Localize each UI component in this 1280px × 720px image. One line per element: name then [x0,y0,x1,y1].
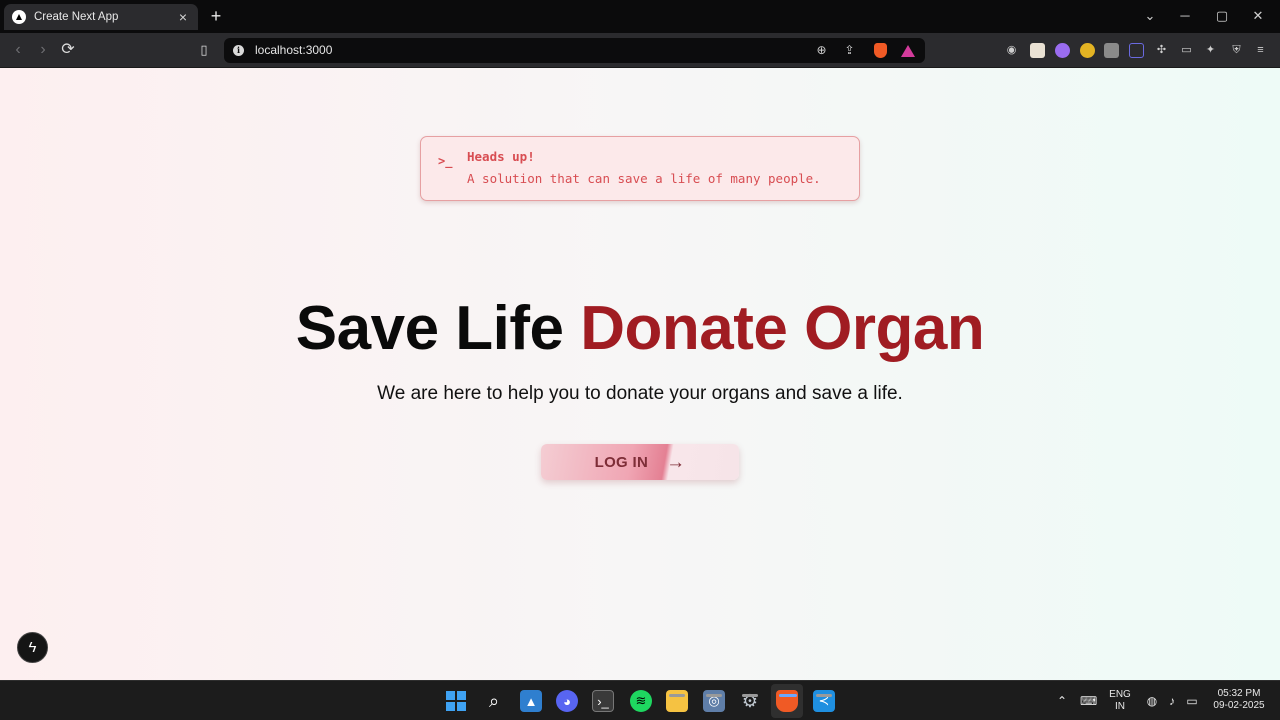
url-text[interactable]: localhost:3000 [255,43,332,57]
address-bar[interactable]: i localhost:3000 ⊕ ⇪ [224,38,925,63]
minimize-button[interactable]: ─ [1176,7,1194,25]
photos-icon[interactable]: ▲ [520,690,542,712]
explorer-running-indicator [669,694,685,697]
bulb-extension-icon[interactable]: ◉ [1004,43,1019,58]
language-region: IN [1115,701,1125,712]
alert-description: A solution that can save a life of many … [467,171,821,186]
clock-time: 05:32 PM [1217,688,1261,699]
hero-title: Save Life Donate Organ [0,294,1280,364]
clock[interactable]: 05:32 PM 09-02-2025 [1208,688,1270,712]
tab-search-dropdown-icon[interactable]: ⌄ [1141,7,1159,25]
nextjs-favicon-icon [12,10,26,24]
tab-close-icon[interactable]: × [176,10,190,24]
battery-icon[interactable]: ▭ [1184,694,1200,708]
site-info-icon[interactable]: i [233,45,244,56]
nextjs-dev-tools-lightning-icon[interactable]: ϟ [17,632,48,663]
purple-extension-icon[interactable] [1055,43,1070,58]
browser-tab[interactable]: Create Next App × [4,4,198,30]
browser-tab-bar: Create Next App × + ⌄ ─ ▢ ✕ [0,0,1280,33]
brave-rewards-icon[interactable] [901,45,915,57]
extensions-puzzle-icon[interactable]: ✣ [1154,43,1169,58]
camera-running-indicator [706,694,722,697]
notes-extension-icon[interactable] [1030,43,1045,58]
arrow-right-icon: → [666,451,686,473]
back-icon[interactable]: ‹ [8,40,28,60]
page-content: >_ Heads up! A solution that can save a … [0,68,1280,680]
screenshot-extension-icon[interactable] [1129,43,1144,58]
coin-extension-icon[interactable] [1080,43,1095,58]
language-code: ENG [1109,689,1131,700]
leo-ai-icon[interactable]: ✦ [1203,43,1218,58]
share-icon[interactable]: ⇪ [841,42,858,59]
hero-title-part2: Donate Organ [580,294,985,363]
spotify-icon[interactable]: ≋ [630,690,652,712]
alert-banner: >_ Heads up! A solution that can save a … [420,136,860,201]
windows-taskbar: ⌕ ▲ ◕ ›_ ≋ ◎ ⚙ ≺ ⌃ ⌨ ENG IN ◍ ♪ ▭ 05:32 … [0,680,1280,720]
forward-icon[interactable]: › [33,40,53,60]
qr-extension-icon[interactable] [1104,43,1119,58]
menu-icon[interactable]: ≡ [1253,43,1268,58]
terminal-icon: >_ [438,154,453,168]
wallet-icon[interactable]: ▭ [1179,43,1194,58]
windows-start-icon[interactable] [446,691,466,711]
brave-running-indicator [779,694,797,697]
search-icon[interactable]: ⌕ [483,690,505,712]
discord-icon[interactable]: ◕ [556,690,578,712]
maximize-button[interactable]: ▢ [1213,7,1231,25]
reload-icon[interactable]: ⟳ [58,40,78,60]
hero-subtitle: We are here to help you to donate your o… [377,383,903,404]
clock-date: 09-02-2025 [1213,700,1265,711]
hero-title-part1: Save Life [295,294,564,363]
language-indicator[interactable]: ENG IN [1106,689,1134,713]
network-globe-icon[interactable]: ◍ [1144,694,1160,708]
chevron-up-icon[interactable]: ⌃ [1054,694,1070,708]
tab-title: Create Next App [34,11,119,23]
new-tab-button[interactable]: + [207,7,225,25]
login-button[interactable]: LOG IN → [541,444,739,480]
settings-running-indicator [742,694,758,697]
vscode-running-indicator [816,694,832,697]
login-button-label: LOG IN [594,453,649,471]
zoom-icon[interactable]: ⊕ [813,42,830,59]
close-window-button[interactable]: ✕ [1249,7,1267,25]
keyboard-icon[interactable]: ⌨ [1080,694,1097,708]
terminal-app-icon[interactable]: ›_ [592,690,614,712]
brave-shields-icon[interactable] [874,43,887,58]
bookmark-icon[interactable]: ▯ [194,40,214,60]
vpn-shield-icon[interactable]: ⛨ [1229,43,1244,58]
alert-title: Heads up! [467,149,535,164]
volume-icon[interactable]: ♪ [1164,694,1180,708]
browser-toolbar: ‹ › ⟳ ▯ i localhost:3000 ⊕ ⇪ ◉ ✣ ▭ ✦ ⛨ ≡ [0,33,1280,68]
